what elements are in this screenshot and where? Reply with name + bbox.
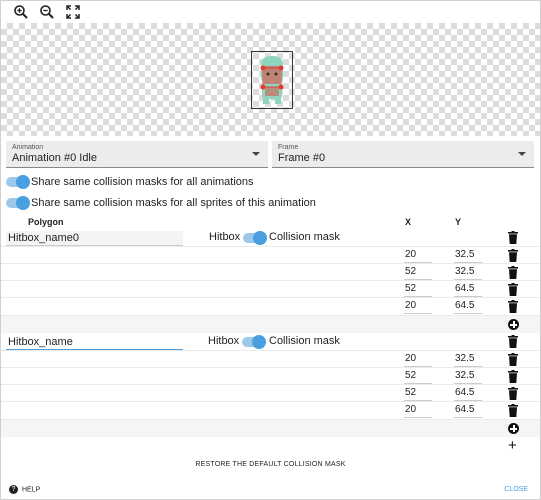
vertex-y-input[interactable]: 32.5	[454, 369, 482, 384]
trash-icon[interactable]	[508, 266, 518, 279]
trash-icon[interactable]	[508, 335, 518, 348]
vertex-row: 52 64.5	[1, 384, 540, 402]
share-sprites-toggle[interactable]	[6, 196, 30, 210]
share-animations-toggle[interactable]	[6, 175, 30, 189]
trash-icon[interactable]	[508, 231, 518, 244]
vertex-row: 20 32.5	[1, 350, 540, 368]
vertex-x-input[interactable]: 52	[404, 369, 432, 384]
vertex-x-input[interactable]: 20	[404, 248, 432, 263]
vertex-y-input[interactable]: 64.5	[454, 282, 482, 297]
share-sprites-toggle-row: Share same collision masks for all sprit…	[1, 194, 401, 214]
trash-icon[interactable]	[508, 249, 518, 262]
polygon-row: Hitbox Collision mask	[1, 229, 540, 247]
hitbox-label: Hitbox	[209, 231, 241, 243]
help-icon: ?	[9, 485, 18, 494]
vertex-row: 20 64.5	[1, 401, 540, 419]
trash-icon[interactable]	[508, 283, 518, 296]
add-vertex-icon[interactable]	[508, 423, 519, 434]
restore-default-button[interactable]: RESTORE THE DEFAULT COLLISION MASK	[1, 461, 540, 468]
vertex-y-input[interactable]: 64.5	[454, 299, 482, 314]
vertex-y-input[interactable]: 32.5	[454, 352, 482, 367]
vertex-x-input[interactable]: 52	[404, 282, 432, 297]
animation-select[interactable]: Animation Animation #0 Idle	[6, 141, 268, 168]
collision-mask-toggle[interactable]	[243, 231, 267, 245]
vertex-y-input[interactable]: 32.5	[454, 248, 482, 263]
polygon-row: Hitbox Collision mask	[1, 333, 540, 351]
collision-mask-dialog: Animation Animation #0 Idle Frame Frame …	[0, 0, 541, 500]
vertex-row: 52 64.5	[1, 280, 540, 298]
trash-icon[interactable]	[508, 353, 518, 366]
vertex-y-input[interactable]: 32.5	[454, 265, 482, 280]
vertex-x-input[interactable]: 52	[404, 265, 432, 280]
add-vertex-row	[1, 419, 540, 437]
frame-select-label: Frame	[278, 144, 299, 151]
sprite-preview[interactable]	[1, 23, 540, 136]
collision-mask-label: Collision mask	[269, 231, 340, 243]
collision-mask-toggle[interactable]	[242, 335, 266, 349]
frame-select[interactable]: Frame Frame #0	[272, 141, 534, 168]
chevron-down-icon	[252, 152, 260, 156]
preview-toolbar	[1, 1, 540, 23]
polygon-header: Polygon	[28, 217, 64, 227]
zoom-out-icon[interactable]	[39, 4, 55, 20]
hitbox-label: Hitbox	[208, 335, 240, 347]
add-polygon-icon[interactable]: +	[508, 438, 517, 453]
vertex-x-input[interactable]: 52	[404, 386, 432, 401]
collision-mask-label: Collision mask	[269, 335, 340, 347]
vertex-x-input[interactable]: 20	[404, 352, 432, 367]
x-header: X	[405, 217, 412, 227]
vertex-y-input[interactable]: 64.5	[454, 386, 482, 401]
fit-icon[interactable]	[65, 4, 81, 20]
vertex-x-input[interactable]: 20	[404, 299, 432, 314]
chevron-down-icon	[518, 152, 526, 156]
y-header: Y	[455, 217, 462, 227]
polygon-name-input[interactable]	[6, 231, 183, 246]
animation-select-label: Animation	[12, 144, 44, 151]
share-animations-toggle-row: Share same collision masks for all anima…	[1, 173, 401, 193]
vertex-x-input[interactable]: 20	[404, 403, 432, 418]
vertex-row: 52 32.5	[1, 263, 540, 281]
help-button[interactable]: ? HELP	[9, 485, 40, 494]
add-vertex-icon[interactable]	[508, 319, 519, 330]
sprite-frame	[251, 51, 293, 109]
trash-icon[interactable]	[508, 404, 518, 417]
vertex-row: 52 32.5	[1, 367, 540, 385]
zoom-in-icon[interactable]	[13, 4, 29, 20]
vertex-y-input[interactable]: 64.5	[454, 403, 482, 418]
share-animations-label: Share same collision masks for all anima…	[31, 176, 254, 188]
help-label: HELP	[22, 486, 41, 494]
frame-select-value: Frame #0	[278, 152, 326, 164]
vertex-row: 20 32.5	[1, 246, 540, 264]
trash-icon[interactable]	[508, 300, 518, 313]
trash-icon[interactable]	[508, 387, 518, 400]
vertex-row: 20 64.5	[1, 297, 540, 315]
trash-icon[interactable]	[508, 370, 518, 383]
share-sprites-label: Share same collision masks for all sprit…	[31, 197, 316, 209]
add-vertex-row	[1, 315, 540, 333]
close-button[interactable]: CLOSE	[504, 486, 528, 493]
animation-select-value: Animation #0 Idle	[12, 152, 97, 164]
polygon-name-input[interactable]	[6, 335, 183, 350]
